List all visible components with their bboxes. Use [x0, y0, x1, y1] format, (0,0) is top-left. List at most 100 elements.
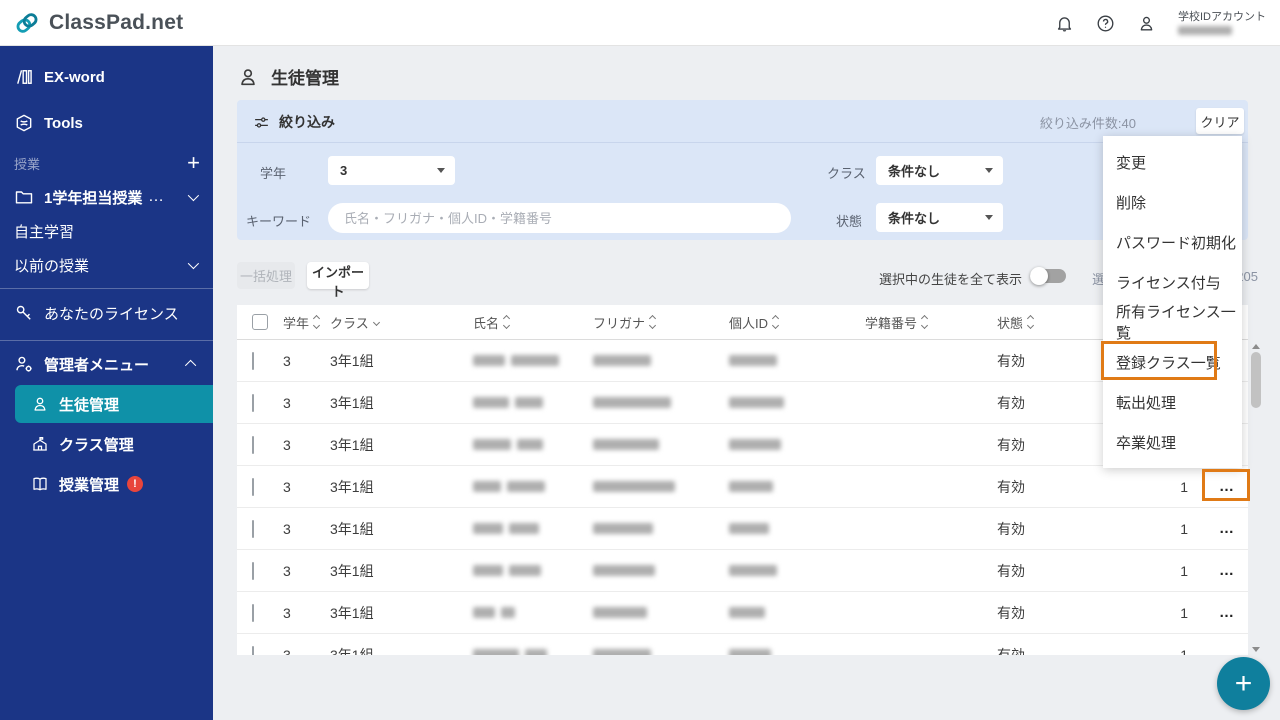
- sidebar-item-student-management-active[interactable]: 生徒管理: [15, 385, 213, 423]
- row-actions-button[interactable]: …: [1200, 604, 1248, 621]
- grade-label: 学年: [260, 163, 286, 182]
- brand-logo[interactable]: ClassPad.net: [0, 10, 183, 36]
- name-redacted: [511, 355, 559, 366]
- dropdown-caret-icon: [985, 168, 993, 173]
- keyword-input[interactable]: [328, 203, 791, 233]
- account-info[interactable]: 学校IDアカウント: [1178, 12, 1266, 35]
- sidebar-label: 自主学習: [0, 221, 74, 242]
- sidebar-item-class-management[interactable]: クラス管理: [0, 427, 213, 461]
- menu-item[interactable]: パスワード初期化: [1103, 222, 1242, 262]
- row-checkbox[interactable]: [252, 604, 254, 622]
- batch-process-button[interactable]: 一括処理: [237, 262, 295, 289]
- header-class[interactable]: クラス: [323, 313, 466, 332]
- header-grade[interactable]: 学年: [276, 313, 323, 332]
- sidebar-item-self-study[interactable]: 自主学習: [0, 214, 213, 248]
- account-user-icon[interactable]: [1137, 14, 1156, 33]
- table-row: 3 3年1組 有効 1 …: [237, 592, 1248, 634]
- table-scrollbar[interactable]: [1250, 342, 1262, 654]
- class-value: 条件なし: [888, 161, 940, 180]
- row-checkbox[interactable]: [252, 520, 254, 538]
- sidebar-item-lesson-management[interactable]: 授業管理 !: [0, 467, 213, 501]
- row-actions-button[interactable]: …: [1200, 520, 1248, 537]
- menu-item[interactable]: 卒業処理: [1103, 422, 1242, 462]
- menu-item[interactable]: 登録クラス一覧: [1103, 342, 1242, 382]
- student-table: 学年 クラス 氏名 フリガナ 個人ID 学籍番号 状態 3 3年1組 有効 1 …: [237, 305, 1248, 655]
- clear-filter-button[interactable]: クリア: [1196, 108, 1244, 134]
- cell-grade: 3: [276, 647, 323, 656]
- scrollbar-thumb[interactable]: [1251, 352, 1261, 408]
- menu-item[interactable]: 所有ライセンス一覧: [1103, 302, 1242, 342]
- folder-more-icon[interactable]: …: [148, 192, 165, 202]
- personal-id-redacted: [729, 355, 777, 366]
- sidebar-item-ex-word[interactable]: EX-word: [0, 60, 213, 94]
- sidebar-label: 1学年担当授業: [44, 187, 142, 208]
- name-redacted: [507, 481, 545, 492]
- header-student-number[interactable]: 学籍番号: [858, 313, 990, 332]
- menu-item[interactable]: ライセンス付与: [1103, 262, 1242, 302]
- row-checkbox[interactable]: [252, 646, 254, 656]
- chevron-down-icon[interactable]: [188, 190, 199, 201]
- header-name[interactable]: 氏名: [466, 313, 586, 332]
- name-redacted: [515, 397, 543, 408]
- menu-item[interactable]: 変更: [1103, 142, 1242, 182]
- brand-text: ClassPad.net: [49, 11, 183, 35]
- row-actions-button[interactable]: …: [1200, 562, 1248, 579]
- folder-icon: [14, 187, 34, 207]
- row-checkbox[interactable]: [252, 394, 254, 412]
- sidebar-item-admin-menu[interactable]: 管理者メニュー: [0, 347, 213, 381]
- cell-class-count: 1: [1090, 521, 1200, 537]
- sort-icon: [773, 316, 778, 328]
- personal-id-redacted: [729, 607, 765, 618]
- scroll-down-icon[interactable]: [1252, 647, 1260, 652]
- cell-status: 有効: [990, 435, 1090, 455]
- row-checkbox[interactable]: [252, 352, 254, 370]
- table-header-row: 学年 クラス 氏名 フリガナ 個人ID 学籍番号 状態: [237, 305, 1248, 340]
- personal-id-redacted: [729, 565, 777, 576]
- header-status[interactable]: 状態: [990, 313, 1090, 332]
- help-icon[interactable]: [1096, 14, 1115, 33]
- sidebar-item-past-lessons[interactable]: 以前の授業: [0, 248, 213, 282]
- menu-item[interactable]: 転出処理: [1103, 382, 1242, 422]
- cell-grade: 3: [276, 563, 323, 579]
- sidebar-item-your-licenses[interactable]: あなたのライセンス: [0, 296, 213, 330]
- grade-dropdown[interactable]: 3: [328, 156, 455, 185]
- select-all-checkbox[interactable]: [252, 314, 268, 330]
- row-checkbox[interactable]: [252, 562, 254, 580]
- name-redacted: [509, 523, 539, 534]
- table-row: 3 3年1組 有効 1 …: [237, 550, 1248, 592]
- cell-class: 3年1組: [323, 561, 466, 581]
- table-row: 3 3年1組 有効 1 …: [237, 382, 1248, 424]
- name-redacted: [473, 397, 509, 408]
- kana-redacted: [593, 355, 651, 366]
- menu-item[interactable]: 削除: [1103, 182, 1242, 222]
- sidebar-item-tools[interactable]: Tools: [0, 106, 213, 140]
- class-dropdown[interactable]: 条件なし: [876, 156, 1003, 185]
- kana-redacted: [593, 649, 651, 656]
- header-kana[interactable]: フリガナ: [586, 313, 722, 332]
- header-personal-id[interactable]: 個人ID: [722, 313, 858, 332]
- add-student-fab[interactable]: +: [1217, 657, 1270, 710]
- row-actions-button[interactable]: …: [1200, 646, 1248, 655]
- cell-class-count: 1: [1090, 479, 1200, 495]
- cell-grade: 3: [276, 353, 323, 369]
- personal-id-redacted: [729, 523, 769, 534]
- account-type-label: 学校IDアカウント: [1178, 12, 1266, 23]
- row-checkbox[interactable]: [252, 478, 254, 496]
- classpad-logo-icon: [14, 10, 40, 36]
- sort-icon: [314, 316, 319, 328]
- scroll-up-icon[interactable]: [1252, 344, 1260, 349]
- table-row: 3 3年1組 有効 1 …: [237, 634, 1248, 655]
- sidebar-item-grade1-lessons[interactable]: 1学年担当授業 …: [0, 180, 213, 214]
- cell-status: 有効: [990, 645, 1090, 656]
- tools-cube-icon: [14, 113, 34, 133]
- filter-sliders-icon: [253, 114, 270, 131]
- show-selected-toggle[interactable]: [1030, 267, 1066, 285]
- row-actions-button[interactable]: …: [1200, 478, 1248, 495]
- notifications-bell-icon[interactable]: [1055, 14, 1074, 33]
- add-lesson-icon[interactable]: +: [187, 153, 200, 173]
- row-checkbox[interactable]: [252, 436, 254, 454]
- status-dropdown[interactable]: 条件なし: [876, 203, 1003, 232]
- import-button[interactable]: インポート: [307, 262, 369, 289]
- chevron-up-icon: [185, 360, 196, 371]
- cell-class: 3年1組: [323, 393, 466, 413]
